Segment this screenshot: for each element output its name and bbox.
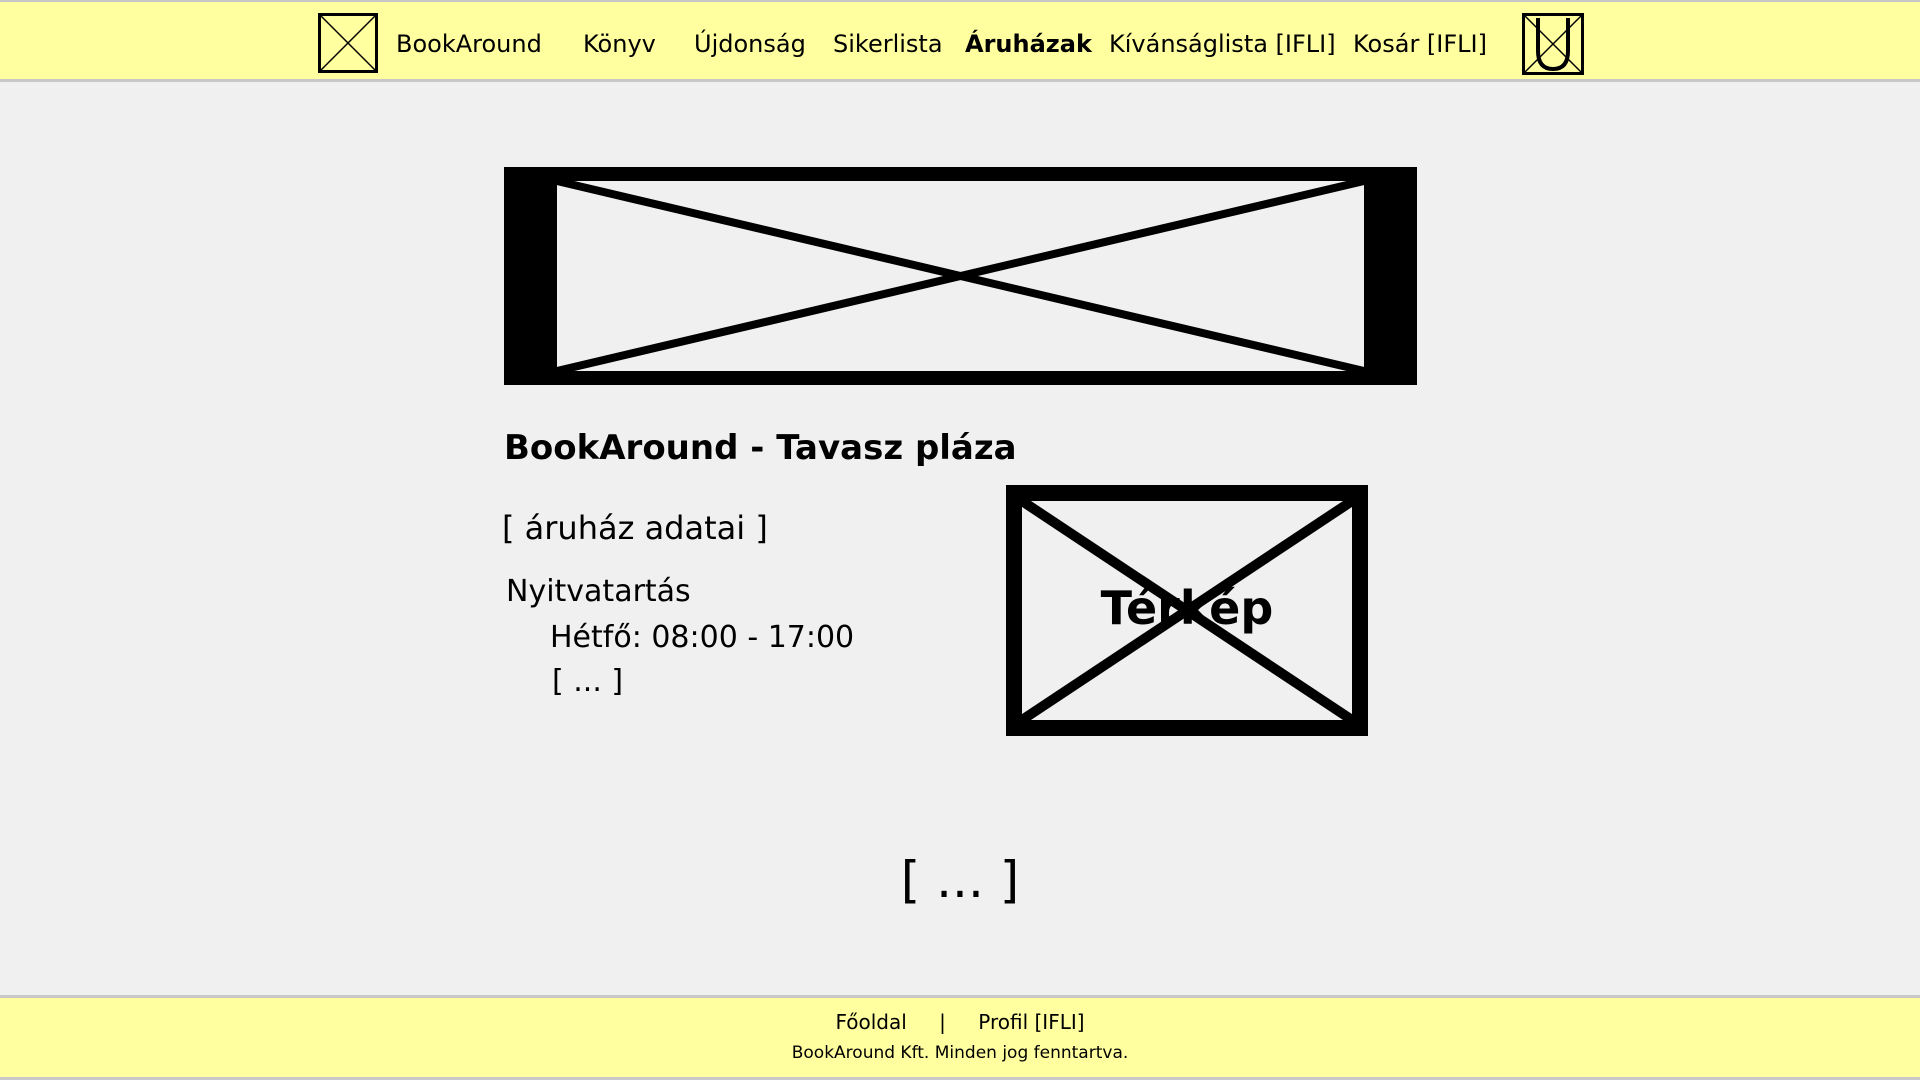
logo-placeholder-icon[interactable] xyxy=(318,13,378,73)
footer-separator: | xyxy=(939,1010,946,1034)
nav-item-sikerlista[interactable]: Sikerlista xyxy=(833,28,943,60)
nav-item-kosar[interactable]: Kosár [IFLI] xyxy=(1353,28,1487,60)
opening-hours-monday: Hétfő: 08:00 - 17:00 xyxy=(550,620,855,655)
opening-hours-more: [ ... ] xyxy=(552,664,624,699)
user-icon[interactable] xyxy=(1522,13,1584,75)
footer-links: Főoldal | Profil [IFLI] xyxy=(0,1008,1920,1036)
store-data-placeholder: [ áruház adatai ] xyxy=(502,509,768,547)
page: BookAround Könyv Újdonság Sikerlista Áru… xyxy=(0,0,1920,1080)
nav-item-konyv[interactable]: Könyv xyxy=(583,28,656,60)
copyright-text: BookAround Kft. Minden jog fenntartva. xyxy=(791,1043,1129,1063)
footer-link-fooldal[interactable]: Főoldal xyxy=(835,1008,906,1036)
footer-bar: Főoldal | Profil [IFLI] BookAround Kft. … xyxy=(0,995,1920,1080)
map-label: Térkép xyxy=(1100,581,1274,635)
nav-item-kivansaglista[interactable]: Kívánságlista [IFLI] xyxy=(1109,28,1336,60)
nav-item-aruhazak[interactable]: Áruházak xyxy=(965,28,1092,60)
brand-link[interactable]: BookAround xyxy=(396,28,542,60)
opening-hours-heading: Nyitvatartás xyxy=(506,574,691,609)
more-content-placeholder: [ ... ] xyxy=(900,851,1020,909)
banner-image-placeholder-icon xyxy=(504,167,1417,385)
footer-link-profil[interactable]: Profil [IFLI] xyxy=(978,1008,1084,1036)
nav-item-ujdonsag[interactable]: Újdonság xyxy=(694,28,806,60)
store-title: BookAround - Tavasz pláza xyxy=(504,428,1017,468)
header-bar: BookAround Könyv Újdonság Sikerlista Áru… xyxy=(0,0,1920,82)
